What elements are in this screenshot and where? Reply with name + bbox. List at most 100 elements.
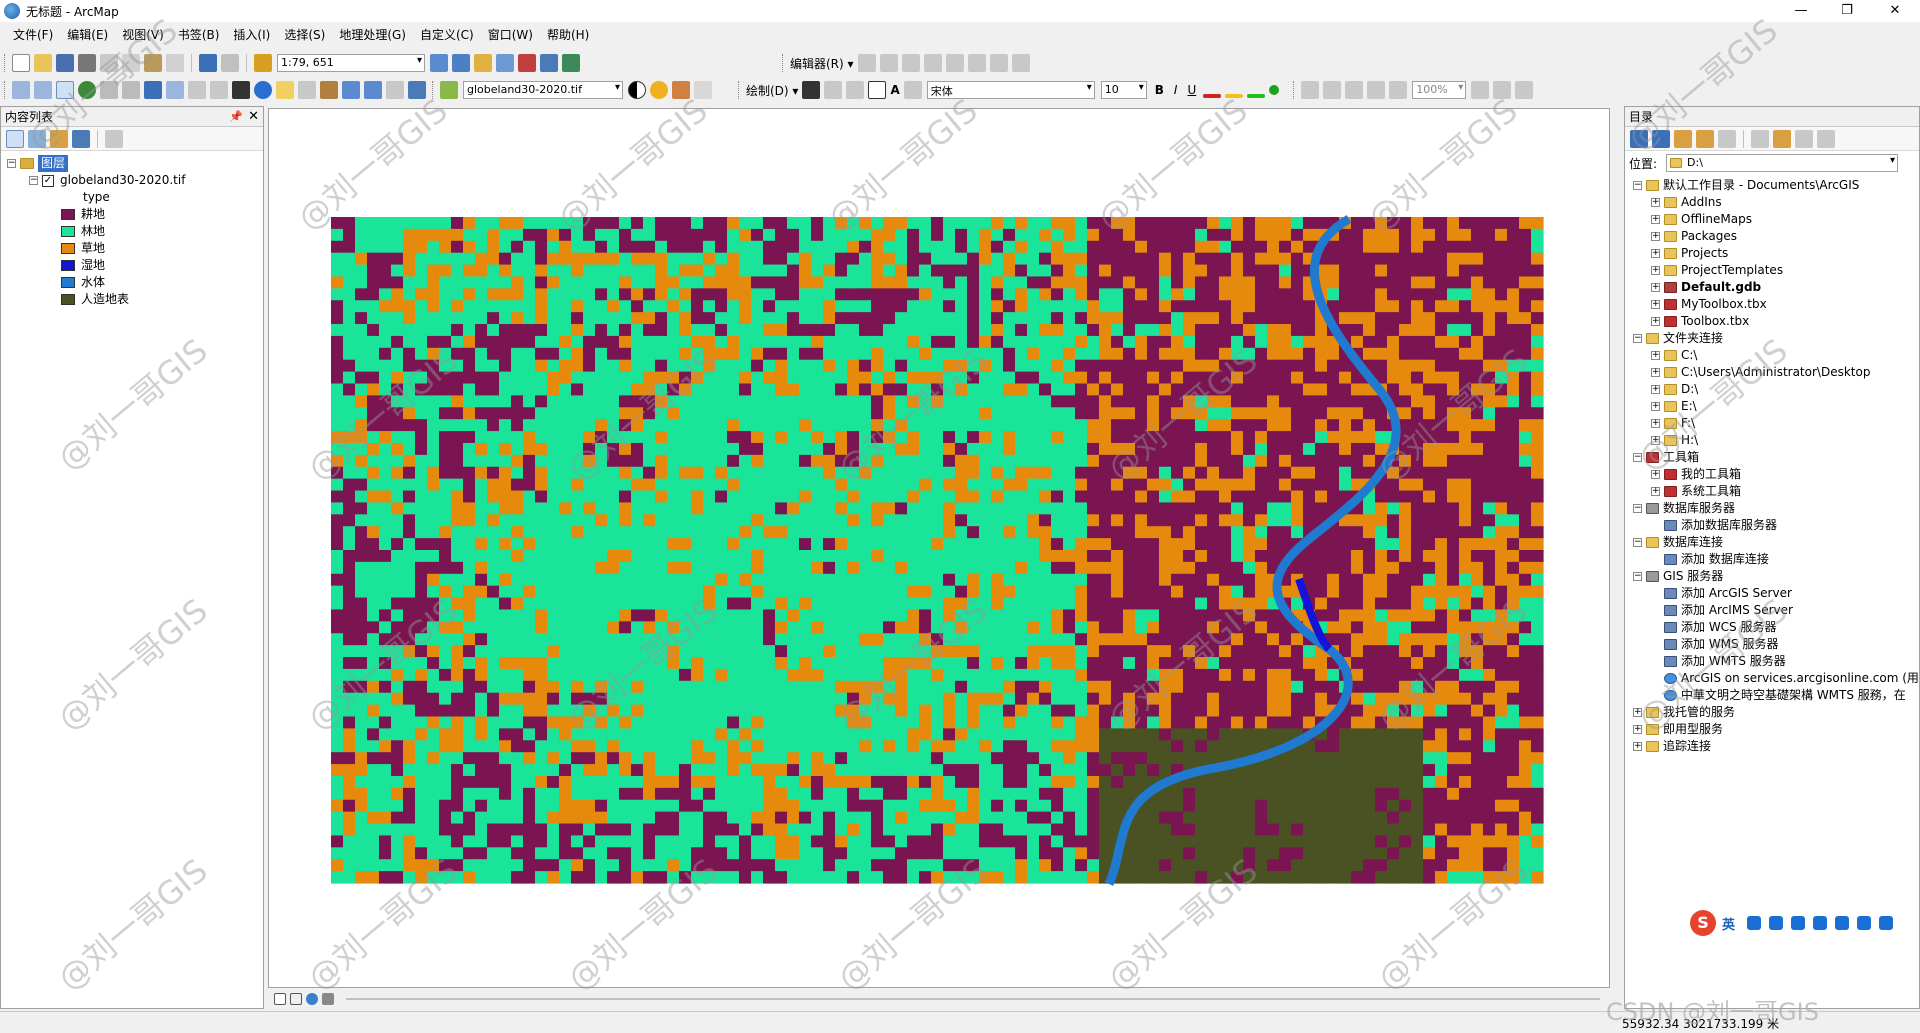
- scale-combo[interactable]: 1:79, 651: [277, 54, 425, 72]
- expand-toggle-icon[interactable]: +: [1651, 487, 1660, 496]
- fixed-zoom-in-icon[interactable]: [100, 81, 118, 99]
- zoom-in-icon[interactable]: [12, 81, 30, 99]
- add-data-icon[interactable]: [254, 54, 272, 72]
- maximize-button[interactable]: ❐: [1824, 0, 1870, 22]
- map-canvas[interactable]: [269, 109, 1611, 989]
- brightness-icon[interactable]: [650, 81, 668, 99]
- list-by-selection-icon[interactable]: [72, 129, 90, 148]
- toolbar-grip[interactable]: [4, 81, 7, 99]
- close-button[interactable]: ✕: [1872, 0, 1918, 22]
- rectangle-icon[interactable]: [868, 81, 887, 99]
- catalog-item[interactable]: − GIS 服务器: [1633, 568, 1919, 585]
- ime-language[interactable]: 英: [1722, 914, 1735, 933]
- line-color-icon[interactable]: [1247, 94, 1266, 98]
- create-features-icon[interactable]: [1011, 54, 1030, 72]
- moon-icon[interactable]: [1747, 916, 1762, 930]
- catalog-item[interactable]: + 即用型服务: [1633, 721, 1919, 738]
- catalog-item[interactable]: + AddIns: [1633, 194, 1919, 211]
- python-window-icon[interactable]: [540, 54, 558, 72]
- go-to-xy-icon[interactable]: [364, 81, 382, 99]
- pan-icon[interactable]: [56, 81, 74, 99]
- list-by-drawing-order-icon[interactable]: [6, 129, 24, 148]
- layout-pan-icon[interactable]: [1345, 81, 1364, 99]
- open-icon[interactable]: [34, 54, 52, 72]
- expand-toggle-icon[interactable]: −: [1633, 572, 1642, 581]
- zoom-level-combo[interactable]: 100%: [1412, 81, 1467, 99]
- editor-menu[interactable]: 编辑器(R) ▾: [790, 55, 854, 72]
- connect-folder-icon[interactable]: [1773, 129, 1791, 148]
- expand-toggle-icon[interactable]: +: [1651, 351, 1660, 360]
- swipe-icon[interactable]: [694, 81, 712, 99]
- catalog-item[interactable]: + 我托管的服务: [1633, 704, 1919, 721]
- layout-zoom-in-icon[interactable]: [1301, 81, 1320, 99]
- catalog-item[interactable]: + 系统工具箱: [1633, 483, 1919, 500]
- clear-selection-icon[interactable]: [210, 81, 228, 99]
- expand-toggle-icon[interactable]: +: [1651, 266, 1660, 275]
- expand-toggle-icon[interactable]: +: [1651, 436, 1660, 445]
- catalog-item[interactable]: + F:\: [1633, 415, 1919, 432]
- expand-toggle-icon[interactable]: +: [1651, 402, 1660, 411]
- catalog-item[interactable]: + 追踪连接: [1633, 738, 1919, 755]
- catalog-item[interactable]: − 工具箱: [1633, 449, 1919, 466]
- legend-swatch[interactable]: [61, 243, 75, 254]
- create-viewer-icon[interactable]: [408, 81, 426, 99]
- minimize-button[interactable]: —: [1778, 0, 1824, 22]
- back-extent-icon[interactable]: [144, 81, 162, 99]
- legend-swatch[interactable]: [61, 226, 75, 237]
- legend-item[interactable]: 水体: [7, 274, 263, 291]
- select-pointer-icon[interactable]: [802, 81, 821, 99]
- catalog-item[interactable]: − 数据库服务器: [1633, 500, 1919, 517]
- find-icon[interactable]: [320, 81, 338, 99]
- undo-icon[interactable]: [199, 54, 217, 72]
- apps-icon[interactable]: [1879, 916, 1894, 930]
- disconnect-folder-icon[interactable]: [1795, 129, 1813, 148]
- print-icon[interactable]: [78, 54, 96, 72]
- expand-toggle-icon[interactable]: +: [1651, 419, 1660, 428]
- forward-icon[interactable]: [1652, 129, 1670, 148]
- toc-root-row[interactable]: − 图层: [7, 155, 263, 172]
- back-icon[interactable]: [1630, 129, 1648, 148]
- catalog-item[interactable]: + Packages: [1633, 228, 1919, 245]
- menu-insert[interactable]: 插入(I): [226, 24, 277, 46]
- pin-icon[interactable]: 📌: [229, 110, 243, 123]
- zoom-to-selected-icon[interactable]: [846, 81, 865, 99]
- catalog-item[interactable]: + OfflineMaps: [1633, 211, 1919, 228]
- expand-toggle-icon[interactable]: +: [1651, 385, 1660, 394]
- select-features-icon[interactable]: [188, 81, 206, 99]
- catalog-item[interactable]: + ProjectTemplates: [1633, 262, 1919, 279]
- toolbar-grip[interactable]: [782, 54, 785, 72]
- catalog-item[interactable]: ArcGIS on services.arcgisonline.com (用: [1633, 670, 1919, 687]
- font-name-combo[interactable]: 宋体: [926, 81, 1095, 99]
- edit-tool-icon[interactable]: [857, 54, 876, 72]
- punctuation-icon[interactable]: [1769, 916, 1784, 930]
- list-by-source-icon[interactable]: [28, 129, 46, 148]
- expand-toggle-icon[interactable]: +: [1651, 368, 1660, 377]
- edit-vertices-icon[interactable]: [903, 81, 922, 99]
- catalog-item[interactable]: + E:\: [1633, 398, 1919, 415]
- legend-item[interactable]: 湿地: [7, 257, 263, 274]
- list-by-visibility-icon[interactable]: [50, 129, 68, 148]
- catalog-item[interactable]: 中華文明之時空基礎架構 WMTS 服務，在: [1633, 687, 1919, 704]
- editor-toolbar-icon[interactable]: [430, 54, 448, 72]
- toc-root-label[interactable]: 图层: [38, 155, 69, 172]
- menu-selection[interactable]: 选择(S): [277, 24, 332, 46]
- catalog-item[interactable]: + 我的工具箱: [1633, 466, 1919, 483]
- cut-icon[interactable]: [100, 54, 118, 72]
- marker-color-icon[interactable]: [1269, 85, 1280, 95]
- expand-toggle-icon[interactable]: −: [1633, 334, 1642, 343]
- collapse-icon[interactable]: −: [29, 176, 38, 185]
- find-route-icon[interactable]: [342, 81, 360, 99]
- layer-combo[interactable]: globeland30-2020.tif: [463, 81, 623, 99]
- menu-help[interactable]: 帮助(H): [540, 24, 596, 46]
- measure-icon[interactable]: [298, 81, 316, 99]
- menu-customize[interactable]: 自定义(C): [413, 24, 481, 46]
- legend-swatch[interactable]: [61, 209, 75, 220]
- menu-edit[interactable]: 编辑(E): [60, 24, 115, 46]
- html-popup-icon[interactable]: [276, 81, 294, 99]
- catalog-item[interactable]: 添加 WMTS 服务器: [1633, 653, 1919, 670]
- catalog-item[interactable]: − 默认工作目录 - Documents\ArcGIS: [1633, 177, 1919, 194]
- text-tool-icon[interactable]: A: [890, 83, 899, 97]
- italic-button[interactable]: I: [1174, 83, 1178, 97]
- microphone-icon[interactable]: [1791, 916, 1806, 930]
- expand-toggle-icon[interactable]: +: [1651, 215, 1660, 224]
